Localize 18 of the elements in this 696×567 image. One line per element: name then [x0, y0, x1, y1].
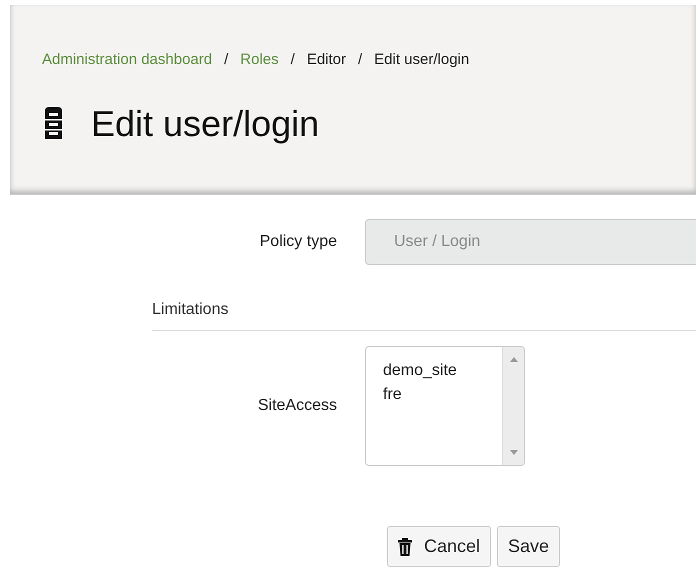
- trash-icon: [398, 538, 412, 556]
- breadcrumb-separator: /: [224, 50, 228, 70]
- breadcrumb-item: Editor: [306, 50, 346, 70]
- list-option[interactable]: demo_site: [383, 359, 502, 383]
- page-title: Edit user/login: [91, 102, 320, 145]
- field-label: Policy type: [258, 232, 338, 252]
- scroll-up-icon[interactable]: [510, 357, 518, 362]
- breadcrumb-separator: /: [290, 50, 295, 70]
- section-heading: Limitations: [152, 298, 696, 331]
- cabinet-icon: [42, 107, 65, 140]
- save-button[interactable]: Save: [497, 526, 560, 567]
- scroll-down-icon[interactable]: [510, 450, 518, 455]
- field-label: SiteAccess: [256, 396, 338, 416]
- breadcrumb-item: Edit user/login: [374, 50, 470, 70]
- siteaccess-listbox[interactable]: demo_site fre: [365, 346, 525, 466]
- list-option[interactable]: fre: [383, 383, 502, 407]
- breadcrumb-separator: /: [358, 50, 362, 70]
- cancel-button[interactable]: Cancel: [387, 526, 492, 567]
